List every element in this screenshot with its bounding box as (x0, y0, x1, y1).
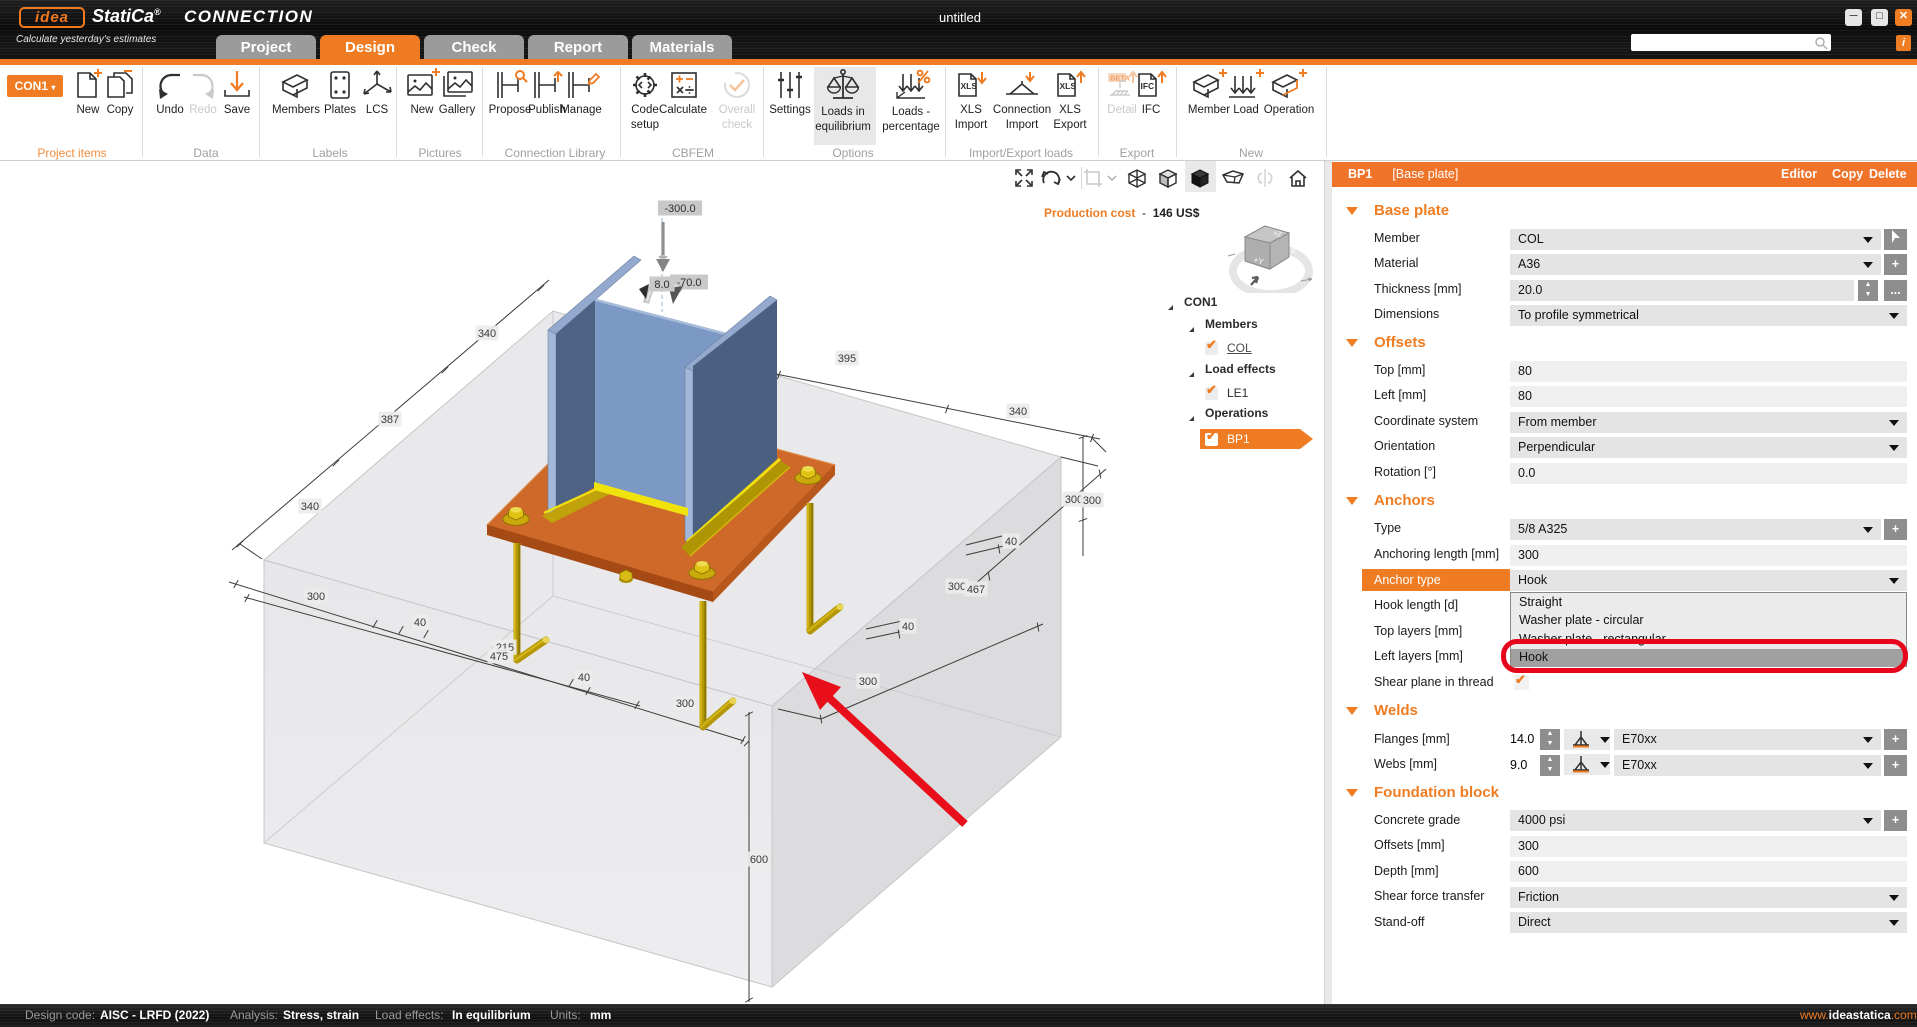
svg-text:X: X (1291, 248, 1296, 255)
svg-text:IFC: IFC (1141, 81, 1155, 91)
svg-text:XLS: XLS (961, 81, 978, 91)
svg-text:XLS: XLS (1060, 81, 1077, 91)
